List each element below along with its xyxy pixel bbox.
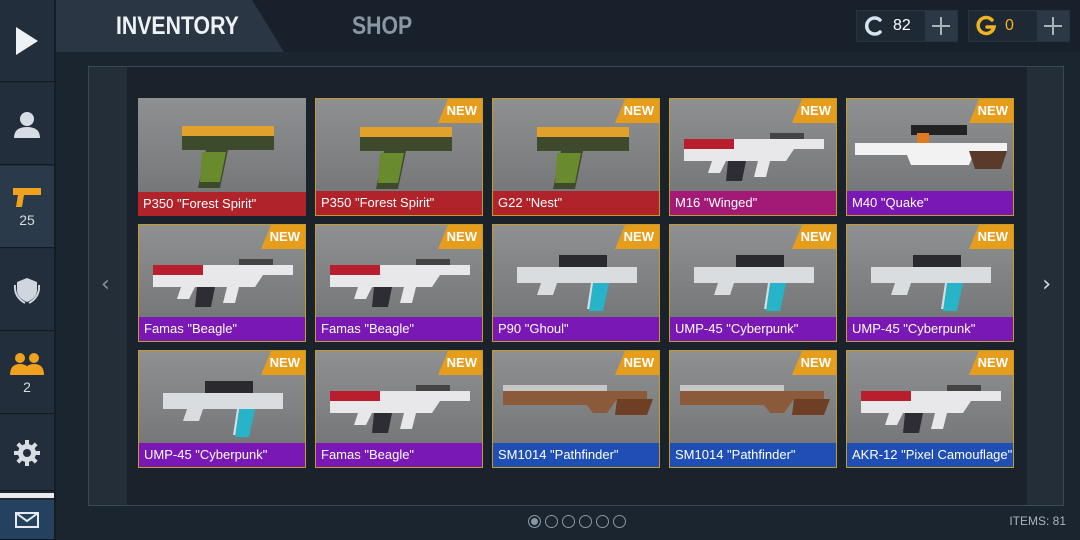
inventory-item-card[interactable]: NEW UMP-45 "Cyberpunk" (846, 224, 1014, 342)
item-name: AKR-12 "Pixel Camouflage" (847, 443, 1013, 467)
inventory-item-card[interactable]: NEW Famas "Beagle" (315, 350, 483, 468)
gold-balance: 0 (968, 10, 1070, 42)
sidebar: 25 2 (0, 0, 56, 540)
inventory-item-card[interactable]: NEW M40 "Quake" (846, 98, 1014, 216)
rank-button[interactable] (0, 249, 54, 331)
sidebar-divider (0, 493, 54, 498)
play-button[interactable] (0, 0, 54, 82)
item-name: P350 "Forest Spirit" (316, 191, 482, 215)
pistol-icon (182, 126, 274, 188)
inventory-item-card[interactable]: NEW Famas "Beagle" (138, 224, 306, 342)
inventory-item-card[interactable]: NEW SM1014 "Pathfinder" (669, 350, 837, 468)
item-name: SM1014 "Pathfinder" (670, 443, 836, 467)
tab-inventory[interactable]: INVENTORY (56, 0, 284, 52)
item-name: M40 "Quake" (847, 191, 1013, 215)
inventory-item-card[interactable]: NEW G22 "Nest" (492, 98, 660, 216)
credits-balance: 82 (856, 10, 958, 42)
item-grid: P350 "Forest Spirit" NEW P350 "Forest Spir… (138, 98, 1018, 472)
next-page-arrow-icon[interactable]: › (1042, 272, 1051, 297)
item-name: SM1014 "Pathfinder" (493, 443, 659, 467)
inventory-item-card[interactable]: NEW UMP-45 "Cyberpunk" (138, 350, 306, 468)
weapons-count: 25 (19, 211, 35, 228)
page-dot[interactable] (528, 515, 541, 528)
plus-icon (932, 17, 950, 35)
friends-count: 2 (23, 378, 31, 395)
mail-icon (15, 511, 39, 528)
gold-g-icon (976, 15, 997, 36)
add-credits-button[interactable] (925, 11, 957, 41)
item-name: P90 "Ghoul" (493, 317, 659, 341)
person-icon (14, 111, 40, 138)
friends-button[interactable]: 2 (0, 332, 54, 414)
prev-page-arrow-icon[interactable]: ‹ (101, 272, 110, 297)
group-icon (10, 352, 44, 375)
page-dot[interactable] (579, 515, 592, 528)
inventory-item-card[interactable]: NEW UMP-45 "Cyberpunk" (669, 224, 837, 342)
page-dot[interactable] (545, 515, 558, 528)
gear-icon (14, 439, 40, 466)
pistol-icon (13, 187, 41, 207)
inventory-item-card[interactable]: NEW Famas "Beagle" (315, 224, 483, 342)
item-name: Famas "Beagle" (316, 443, 482, 467)
page-indicator (528, 515, 626, 528)
inventory-item-card[interactable]: NEW P90 "Ghoul" (492, 224, 660, 342)
mail-button[interactable] (0, 500, 54, 540)
settings-button[interactable] (0, 415, 54, 491)
inventory-item-card[interactable]: NEW M16 "Winged" (669, 98, 837, 216)
item-name: P350 "Forest Spirit" (138, 192, 306, 216)
credits-c-icon (864, 16, 882, 36)
inventory-item-card[interactable]: P350 "Forest Spirit" (138, 98, 306, 216)
inventory-item-card[interactable]: NEW SM1014 "Pathfinder" (492, 350, 660, 468)
tab-shop-label: SHOP (352, 12, 413, 40)
item-name: UMP-45 "Cyberpunk" (847, 317, 1013, 341)
item-name: M16 "Winged" (670, 191, 836, 215)
play-icon (16, 26, 38, 55)
tab-inventory-label: INVENTORY (116, 12, 239, 40)
credits-value: 82 (893, 17, 911, 34)
top-bar: INVENTORY SHOP 82 0 (56, 0, 1080, 52)
page-dot[interactable] (596, 515, 609, 528)
items-count: ITEMS: 81 (1009, 514, 1066, 528)
item-name: Famas "Beagle" (316, 317, 482, 341)
add-gold-button[interactable] (1037, 11, 1069, 41)
item-name: G22 "Nest" (493, 191, 659, 215)
page-dot[interactable] (562, 515, 575, 528)
page-dot[interactable] (613, 515, 626, 528)
item-name: UMP-45 "Cyberpunk" (139, 443, 305, 467)
gold-value: 0 (1005, 17, 1014, 34)
plus-icon (1044, 17, 1062, 35)
inventory-item-card[interactable]: NEW AKR-12 "Pixel Camouflage" (846, 350, 1014, 468)
item-name: UMP-45 "Cyberpunk" (670, 317, 836, 341)
shield-laurel-icon (13, 277, 41, 304)
item-name: Famas "Beagle" (139, 317, 305, 341)
inventory-item-card[interactable]: NEW P350 "Forest Spirit" (315, 98, 483, 216)
weapons-button[interactable]: 25 (0, 166, 54, 248)
profile-button[interactable] (0, 83, 54, 165)
